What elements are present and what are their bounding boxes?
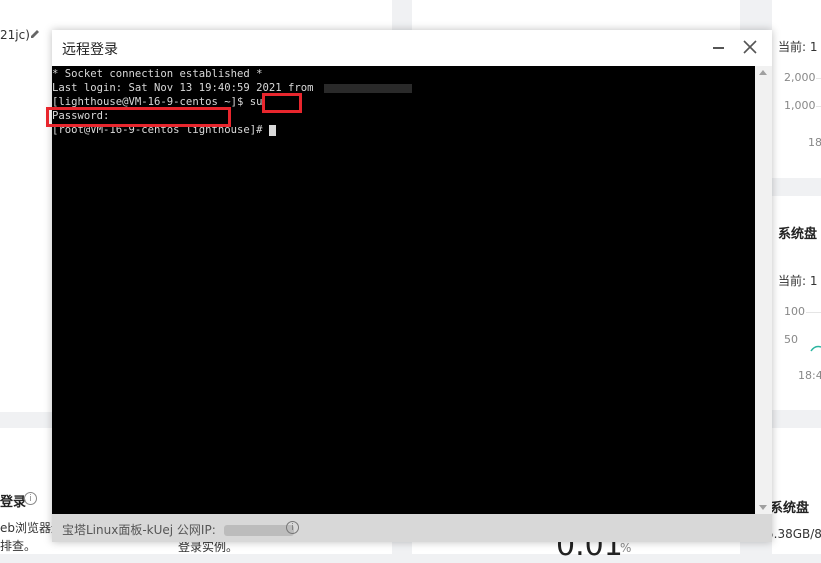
scroll-down-icon[interactable] — [759, 505, 767, 510]
info-icon[interactable]: i — [286, 521, 299, 534]
terminal-console[interactable]: * Socket connection established * Last l… — [46, 66, 755, 515]
dashboard-card-cpu — [412, 0, 740, 30]
instance-name-fragment: 21jc) — [0, 28, 30, 42]
axis-label-50: 50 — [784, 333, 798, 346]
login-desc-line2: 排查。 — [0, 539, 37, 553]
gridline — [816, 78, 821, 79]
close-button[interactable] — [738, 35, 762, 59]
terminal-cursor — [268, 125, 276, 136]
minimize-button[interactable] — [708, 36, 730, 58]
minimize-icon — [713, 47, 724, 49]
dialog-header[interactable]: 远程登录 — [52, 30, 772, 66]
current-value-label: 当前: 1 — [778, 274, 818, 288]
redacted-public-ip — [223, 525, 294, 536]
terminal-line: Last login: Sat Nov 13 19:40:59 2021 fro… — [52, 81, 412, 95]
chart-line-fragment — [810, 345, 821, 352]
status-text: 宝塔Linux面板-kUej 公网IP: — [62, 521, 298, 538]
scroll-up-icon[interactable] — [759, 70, 767, 75]
axis-label-time: 18:4 — [798, 369, 821, 382]
gridline — [806, 312, 821, 313]
axis-label-1000: 1,000 — [784, 99, 816, 112]
card-title-login: 登录 — [0, 495, 27, 510]
axis-label-100: 100 — [784, 305, 805, 318]
terminal-scrollbar[interactable] — [755, 66, 772, 514]
current-value-label: 当前: 1 — [778, 40, 818, 54]
disk-usage-value: 5.38GB/8 — [766, 527, 821, 541]
info-icon[interactable]: i — [24, 492, 37, 505]
instance-info-text: 宝塔Linux面板-kUej 公网IP: — [62, 523, 220, 537]
card-title-system-disk: 系统盘 — [778, 227, 818, 242]
edit-icon[interactable] — [29, 28, 41, 40]
terminal-line: * Socket connection established * — [52, 68, 263, 80]
gridline — [816, 106, 821, 107]
remote-login-dialog: 远程登录 * Socket connection established * L… — [46, 30, 772, 542]
dialog-status-bar: 宝塔Linux面板-kUej 公网IP: i — [52, 514, 772, 542]
highlight-box-password — [46, 107, 231, 127]
redacted-ip — [323, 83, 412, 93]
usage-unit: % — [620, 541, 632, 555]
close-icon — [743, 40, 757, 54]
axis-label-time: 18 — [808, 136, 821, 149]
dialog-title: 远程登录 — [62, 42, 118, 58]
highlight-box-su — [262, 93, 302, 113]
card-title-system-disk: 系统盘 — [770, 501, 810, 516]
axis-label-2000: 2,000 — [784, 71, 816, 84]
dashboard-card-network — [772, 0, 821, 178]
